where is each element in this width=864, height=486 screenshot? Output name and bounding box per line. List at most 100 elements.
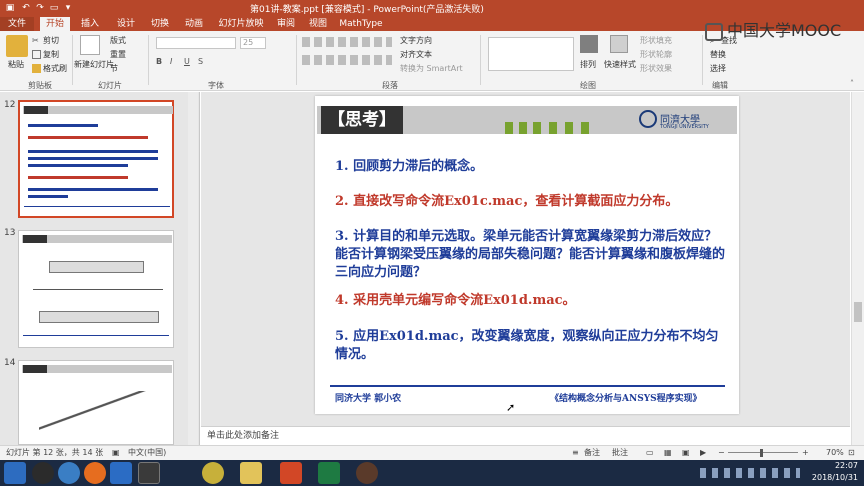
redo-icon[interactable]: ↷ [34, 2, 46, 14]
format-painter-label: 格式刷 [43, 64, 67, 73]
text-direction-button[interactable]: 文字方向 [400, 35, 432, 46]
collapse-ribbon-icon[interactable]: ˄ [850, 79, 854, 88]
normal-view-icon[interactable]: ▭ [646, 446, 654, 460]
sorter-view-icon[interactable]: ▦ [664, 446, 672, 460]
qq-icon[interactable] [32, 462, 54, 484]
zoom-in-icon[interactable]: + [802, 446, 809, 460]
quick-styles-button[interactable]: 快速样式 [604, 59, 636, 70]
notes-toggle-icon[interactable]: ≡ [572, 446, 579, 460]
section-button[interactable]: 节 [110, 63, 118, 74]
slide-scrollbar[interactable] [851, 92, 864, 445]
reset-button[interactable]: 重置 [110, 49, 126, 60]
new-slide-button[interactable]: 新建幻灯片 [74, 59, 114, 70]
scrollbar-thumb[interactable] [854, 302, 862, 322]
mooc-watermark: 中国大学MOOC [705, 18, 860, 44]
font-name-combobox[interactable] [156, 37, 236, 49]
save-icon[interactable]: ▣ [4, 2, 16, 14]
thumbnail-slide-12[interactable] [18, 100, 174, 218]
italic-button[interactable]: I [170, 57, 172, 66]
clock[interactable]: 22:07 2018/10/31 [808, 460, 858, 486]
zoom-level[interactable]: 70% [826, 446, 844, 460]
thumb-figure [49, 261, 144, 273]
layout-button[interactable]: 版式 [110, 35, 126, 46]
undo-icon[interactable]: ↶ [20, 2, 32, 14]
paste-button[interactable]: 粘贴 [8, 59, 24, 70]
arrange-button[interactable]: 排列 [580, 59, 596, 70]
tab-review[interactable]: 审阅 [272, 17, 300, 31]
reading-view-icon[interactable]: ▣ [682, 446, 690, 460]
slideshow-icon[interactable]: ▭ [48, 2, 60, 14]
slide-header-title: 【思考】 [321, 106, 403, 134]
customize-icon[interactable]: ▾ [62, 2, 74, 14]
tab-file[interactable]: 文件 [0, 17, 34, 31]
spellcheck-icon[interactable]: ▣ [112, 446, 120, 460]
powerpoint-icon[interactable] [280, 462, 302, 484]
clock-date: 2018/10/31 [811, 473, 858, 482]
notes-toggle[interactable]: 备注 [584, 446, 600, 460]
bold-button[interactable]: B [156, 57, 162, 66]
tab-mathtype[interactable]: MathType [338, 17, 384, 31]
tab-insert[interactable]: 插入 [76, 17, 104, 31]
notes-pane[interactable]: 单击此处添加备注 [201, 426, 850, 445]
shape-effects-button[interactable]: 形状效果 [640, 63, 672, 74]
align-text-button[interactable]: 对齐文本 [400, 49, 432, 60]
slideshow-view-icon[interactable]: ▶ [700, 446, 706, 460]
thumb-text-line [28, 188, 158, 191]
shape-fill-button[interactable]: 形状填充 [640, 35, 672, 46]
firefox-icon[interactable] [84, 462, 106, 484]
shapes-gallery[interactable] [488, 37, 574, 71]
thumb-text-line [28, 150, 158, 153]
select-button[interactable]: 选择 [710, 63, 726, 74]
font-size-combobox[interactable]: 25 [240, 37, 266, 49]
replace-button[interactable]: 替换 [710, 49, 726, 60]
shape-outline-button[interactable]: 形状轮廓 [640, 49, 672, 60]
thumb-text-line [28, 124, 98, 127]
tool-icon[interactable] [202, 462, 224, 484]
ie-browser-icon[interactable] [58, 462, 80, 484]
tab-design[interactable]: 设计 [112, 17, 140, 31]
zoom-slider[interactable] [728, 452, 798, 453]
start-icon[interactable] [4, 462, 26, 484]
comments-toggle[interactable]: 批注 [612, 446, 628, 460]
arrange-icon[interactable] [580, 35, 598, 53]
app-icon[interactable] [356, 462, 378, 484]
decoration-block [549, 122, 557, 134]
thumb-footer-line [24, 206, 170, 207]
paragraph-list-buttons[interactable] [302, 37, 392, 47]
tab-view[interactable]: 视图 [304, 17, 332, 31]
slide-footer-left: 同济大学 郭小农 [335, 394, 402, 404]
system-tray-icons[interactable] [700, 468, 800, 478]
file-explorer-icon[interactable] [240, 462, 262, 484]
thumbnail-scrollbar[interactable] [188, 92, 198, 445]
cut-button[interactable]: ✂ 剪切 [32, 35, 59, 46]
paragraph-align-buttons[interactable] [302, 55, 392, 65]
current-slide[interactable]: 【思考】 同濟大學 TONGJI UNIVERSITY 1. 回顾剪力滞后的概念… [315, 96, 739, 414]
ansys-icon[interactable] [138, 462, 160, 484]
title-bar: ▣ ↶ ↷ ▭ ▾ 第01讲-教案.ppt [兼容模式] - PowerPoin… [0, 0, 864, 16]
editing-group-label: 编辑 [712, 81, 728, 90]
underline-button[interactable]: U [184, 57, 190, 66]
tab-transitions[interactable]: 切换 [146, 17, 174, 31]
tab-slideshow[interactable]: 幻灯片放映 [214, 17, 268, 31]
thumbnail-slide-14[interactable] [18, 360, 174, 445]
copy-button[interactable]: 复制 [32, 49, 59, 60]
thumb-text-line [28, 136, 148, 139]
zoom-out-icon[interactable]: − [718, 446, 725, 460]
tab-home[interactable]: 开始 [40, 17, 70, 31]
format-painter-button[interactable]: 格式刷 [32, 63, 67, 74]
thumbnail-slide-13[interactable] [18, 230, 174, 348]
shadow-button[interactable]: S [198, 57, 203, 66]
fit-slide-icon[interactable]: ⊡ [848, 446, 855, 460]
smartart-button[interactable]: 转换为 SmartArt [400, 63, 463, 74]
tab-animations[interactable]: 动画 [180, 17, 208, 31]
language-status[interactable]: 中文(中国) [128, 446, 166, 460]
excel-icon[interactable] [318, 462, 340, 484]
thumb-header-title [23, 365, 47, 373]
media-player-icon[interactable] [110, 462, 132, 484]
brush-icon [32, 64, 41, 73]
drawing-group-label: 绘图 [580, 81, 596, 90]
zoom-slider-thumb[interactable] [760, 449, 763, 457]
paste-icon[interactable] [6, 35, 28, 57]
quick-styles-icon[interactable] [610, 35, 628, 53]
new-slide-icon[interactable] [80, 35, 100, 55]
